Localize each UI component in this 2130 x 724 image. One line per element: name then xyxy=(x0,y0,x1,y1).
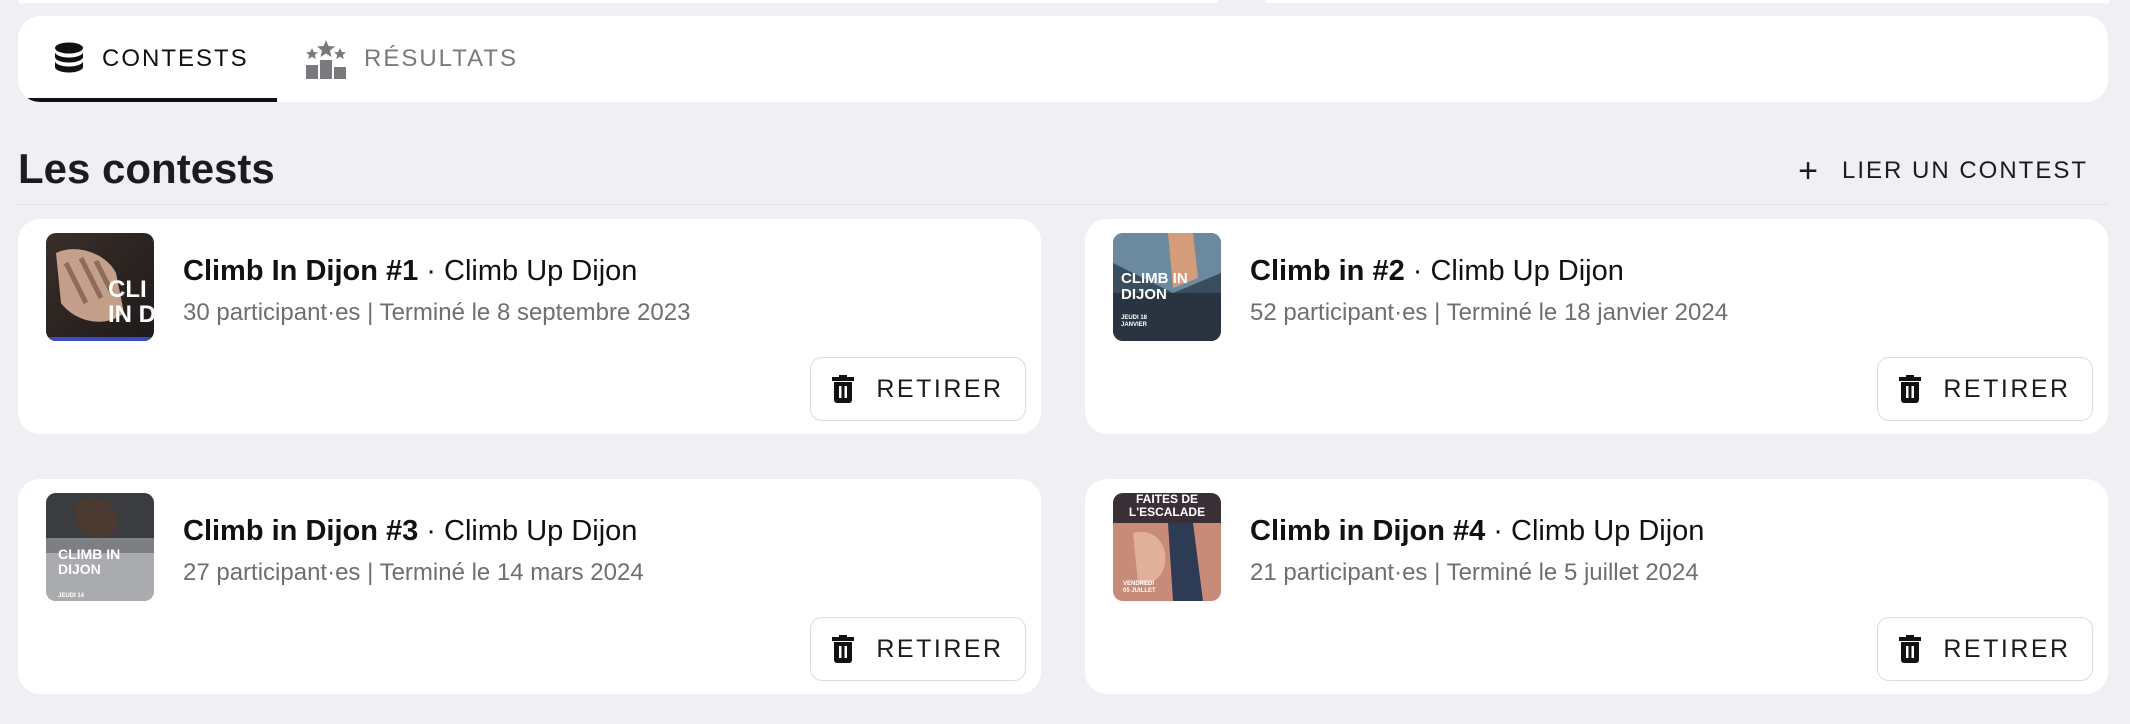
tab-contests[interactable]: CONTESTS xyxy=(52,16,249,102)
trash-icon xyxy=(832,375,855,403)
contest-thumbnail: CLI IN D xyxy=(46,233,154,341)
thumbnail-text: CLIMB IN xyxy=(1121,270,1188,287)
contest-name: Climb in #2 xyxy=(1250,255,1405,287)
link-contest-label: LIER UN CONTEST xyxy=(1841,157,2088,184)
thumbnail-text: IN D xyxy=(108,301,154,328)
remove-button[interactable]: RETIRER xyxy=(1877,357,2093,421)
contest-details: 27 participant·es | Terminé le 14 mars 2… xyxy=(183,559,644,586)
title-separator: · xyxy=(418,255,445,287)
title-separator: · xyxy=(1485,515,1512,547)
contest-name: Climb In Dijon #1 xyxy=(183,255,419,287)
thumbnail-text: DIJON xyxy=(1121,286,1167,303)
remove-label: RETIRER xyxy=(876,374,1004,403)
contest-gym: Climb Up Dijon xyxy=(444,515,638,547)
link-contest-button[interactable]: + LIER UN CONTEST xyxy=(1798,150,2088,192)
thumbnail-small-text: JEUDI 14 xyxy=(58,593,85,599)
contest-card: CLIMB IN DIJON JEUDI 14 Climb in Dijon #3 … xyxy=(18,479,1041,694)
contest-details: 30 participant·es | Terminé le 8 septemb… xyxy=(183,299,691,326)
contest-gym: Climb Up Dijon xyxy=(1511,515,1705,547)
previous-card-edge xyxy=(18,0,1218,3)
remove-label: RETIRER xyxy=(1943,374,2071,403)
remove-button[interactable]: RETIRER xyxy=(1877,617,2093,681)
contest-name: Climb in Dijon #4 xyxy=(1250,515,1486,547)
remove-button[interactable]: RETIRER xyxy=(810,617,1026,681)
page-title: Les contests xyxy=(18,145,275,192)
thumbnail-small-text: JANVIER xyxy=(1121,322,1148,328)
contest-details: 52 participant·es | Terminé le 18 janvie… xyxy=(1250,299,1729,326)
trash-icon xyxy=(832,635,855,663)
contest-thumbnail: CLIMB IN DIJON JEUDI 14 xyxy=(46,493,154,601)
thumbnail-text: CLI xyxy=(108,276,147,303)
thumbnail-text: CLIMB IN xyxy=(58,546,120,562)
tab-bar: CONTESTS RÉSULTATS xyxy=(18,16,2108,102)
thumbnail-text: DIJON xyxy=(58,561,101,577)
remove-button[interactable]: RETIRER xyxy=(810,357,1026,421)
previous-card-edge xyxy=(1265,0,2110,3)
title-separator: · xyxy=(418,515,445,547)
thumbnail-text: L'ESCALADE xyxy=(1129,505,1205,519)
contest-title: Climb In Dijon #1 · Climb Up Dijon xyxy=(183,255,637,288)
thumbnail-small-text: JEUDI 18 xyxy=(1121,315,1148,321)
podium-icon xyxy=(304,39,348,79)
title-separator: · xyxy=(1404,255,1431,287)
contest-details: 21 participant·es | Terminé le 5 juillet… xyxy=(1250,559,1699,586)
contest-title: Climb in Dijon #3 · Climb Up Dijon xyxy=(183,515,637,548)
thumbnail-small-text: VENDREDI xyxy=(1123,581,1154,587)
tab-results-label: RÉSULTATS xyxy=(364,45,519,72)
thumbnail-small-text: 05 JUILLET xyxy=(1123,588,1156,594)
contest-gym: Climb Up Dijon xyxy=(1430,255,1624,287)
remove-label: RETIRER xyxy=(876,634,1004,663)
contest-card: FAITES DE L'ESCALADE VENDREDI 05 JUILLET Cl… xyxy=(1085,479,2108,694)
remove-label: RETIRER xyxy=(1943,634,2071,663)
divider xyxy=(18,204,2108,205)
trash-icon xyxy=(1899,375,1922,403)
contest-gym: Climb Up Dijon xyxy=(444,255,638,287)
contest-thumbnail: FAITES DE L'ESCALADE VENDREDI 05 JUILLET xyxy=(1113,493,1221,601)
contest-thumbnail: CLIMB IN DIJON JEUDI 18 JANVIER xyxy=(1113,233,1221,341)
tab-results[interactable]: RÉSULTATS xyxy=(304,16,518,102)
contest-card: CLIMB IN DIJON JEUDI 18 JANVIER Climb in #2… xyxy=(1085,219,2108,434)
database-icon xyxy=(52,41,86,77)
trash-icon xyxy=(1899,635,1922,663)
contest-card: CLI IN D Climb In Dijon #1 · Climb Up Dij… xyxy=(18,219,1041,434)
tab-contests-label: CONTESTS xyxy=(102,45,249,72)
active-tab-indicator xyxy=(18,98,277,102)
contest-title: Climb in Dijon #4 · Climb Up Dijon xyxy=(1250,515,1704,548)
contest-name: Climb in Dijon #3 xyxy=(183,515,419,547)
contest-title: Climb in #2 · Climb Up Dijon xyxy=(1250,255,1624,288)
plus-icon: + xyxy=(1798,152,1820,190)
